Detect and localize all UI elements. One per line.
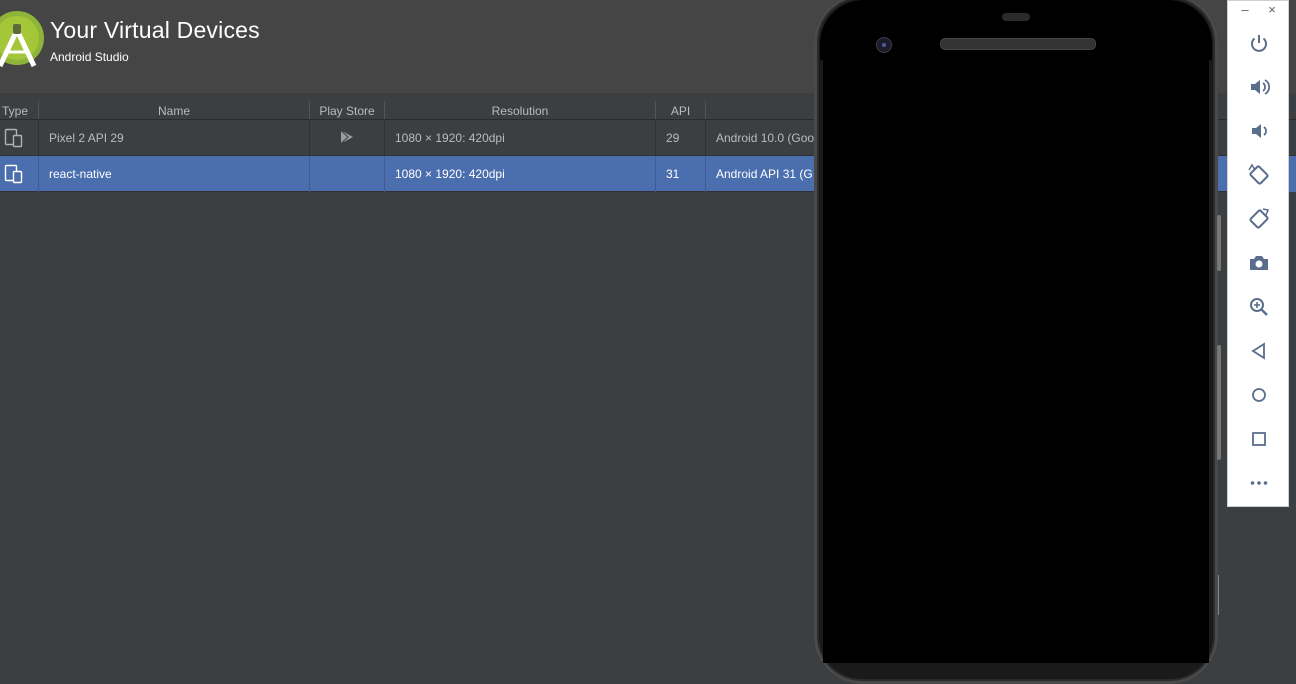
volume-down-button[interactable] [1246, 118, 1272, 144]
android-studio-logo-icon [0, 11, 44, 68]
resolution-cell: 1080 × 1920: 420dpi [385, 120, 656, 156]
front-camera-icon [876, 37, 892, 53]
device-name: react-native [39, 156, 310, 192]
selection-overflow [1289, 156, 1296, 192]
volume-rocker [1217, 215, 1221, 271]
rotate-right-icon [1249, 208, 1270, 229]
play-store-cell [310, 120, 385, 156]
side-seam [1218, 575, 1219, 615]
column-header-api[interactable]: API [656, 101, 706, 119]
type-cell [0, 120, 39, 156]
column-header-name[interactable]: Name [39, 101, 310, 119]
column-header-play-store[interactable]: Play Store [310, 101, 385, 119]
screenshot-button[interactable] [1246, 250, 1272, 276]
volume-up-icon [1251, 79, 1271, 95]
column-header-type[interactable]: Type [0, 101, 39, 119]
volume-down-icon [1252, 124, 1267, 138]
phone-tablet-icon [4, 128, 23, 148]
power-button[interactable] [1246, 30, 1272, 56]
home-button[interactable] [1246, 382, 1272, 408]
more-icon [1250, 481, 1268, 485]
rotate-left-icon [1248, 163, 1269, 185]
resolution-cell: 1080 × 1920: 420dpi [385, 156, 656, 192]
emulator-toolbar: – × [1227, 0, 1289, 507]
close-button[interactable]: × [1262, 1, 1282, 19]
column-header-resolution[interactable]: Resolution [385, 101, 656, 119]
power-side-button [1217, 345, 1221, 460]
zoom-button[interactable] [1246, 294, 1272, 320]
rotate-left-button[interactable] [1246, 162, 1272, 188]
rotate-right-button[interactable] [1246, 206, 1272, 232]
camera-icon [1250, 256, 1268, 270]
earpiece-speaker [940, 38, 1096, 50]
volume-up-button[interactable] [1246, 74, 1272, 100]
home-icon [1252, 388, 1266, 402]
overview-icon [1252, 432, 1266, 446]
back-icon [1251, 342, 1265, 360]
minimize-button[interactable]: – [1235, 1, 1255, 19]
more-button[interactable] [1246, 470, 1272, 496]
power-icon [1251, 35, 1267, 52]
page-title: Your Virtual Devices [50, 17, 260, 43]
play-store-icon [340, 130, 353, 144]
proximity-sensor [1002, 13, 1030, 21]
overview-button[interactable] [1246, 426, 1272, 452]
api-cell: 31 [656, 156, 706, 192]
back-button[interactable] [1246, 338, 1272, 364]
play-store-cell [310, 156, 385, 192]
phone-tablet-icon [4, 164, 23, 184]
device-name: Pixel 2 API 29 [39, 120, 310, 156]
emulator-screen[interactable] [823, 60, 1209, 663]
zoom-icon [1250, 298, 1268, 316]
api-cell: 29 [656, 120, 706, 156]
type-cell [0, 156, 39, 192]
page-subtitle: Android Studio [50, 50, 129, 64]
